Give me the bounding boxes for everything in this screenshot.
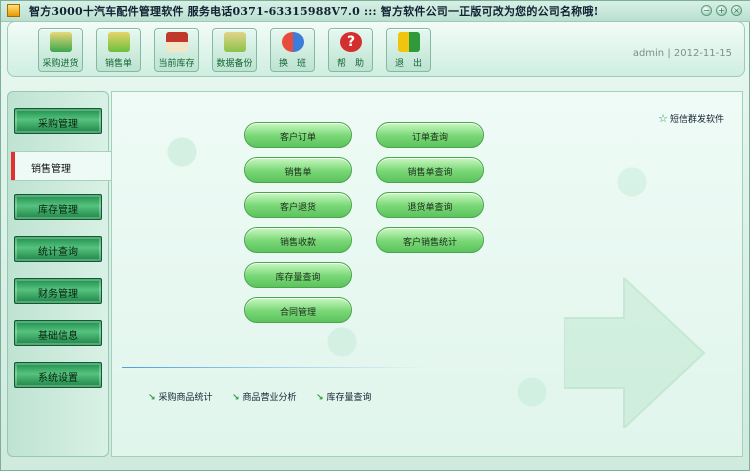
return-query-button[interactable]: 退货单查询 (376, 192, 484, 218)
sidebar-item-purchase[interactable]: 采购管理 (14, 108, 102, 134)
sidebar-item-inventory[interactable]: 库存管理 (14, 194, 102, 220)
quick-link-stock-query[interactable]: ↘ 库存量查询 (316, 390, 372, 403)
sales-receipt-button[interactable]: 销售收款 (244, 227, 352, 253)
window-title: 智方3000十汽车配件管理软件 服务电话0371-63315988V7.0 ::… (29, 5, 599, 18)
exit-button[interactable]: 退 出 (386, 28, 431, 72)
toolbar: 采购进货 销售单 当前库存 数据备份 换 班 ? 帮 助 退 出 admin |… (7, 21, 745, 77)
arrow-down-right-icon: ↘ (316, 393, 324, 403)
customer-order-button[interactable]: 客户订单 (244, 122, 352, 148)
stock-query-button[interactable]: 库存量查询 (244, 262, 352, 288)
shift-change-button[interactable]: 换 班 (270, 28, 315, 72)
close-icon[interactable]: × (731, 5, 742, 16)
quick-link-purchase-stats[interactable]: ↘ 采购商品统计 (148, 390, 213, 403)
sales-order-button[interactable]: 销售单 (244, 157, 352, 183)
current-stock-button[interactable]: 当前库存 (154, 28, 199, 72)
divider (122, 367, 427, 368)
arrow-down-right-icon: ↘ (232, 393, 240, 403)
purchase-button[interactable]: 采购进货 (38, 28, 83, 72)
main-panel: ☆ 短信群发软件 客户订单 销售单 客户退货 销售收款 库存量查询 合同管理 订单… (111, 91, 743, 457)
sidebar-item-basic-info[interactable]: 基础信息 (14, 320, 102, 346)
help-icon: ? (340, 32, 362, 52)
arrow-down-right-icon: ↘ (148, 393, 156, 403)
user-date-label: admin | 2012-11-15 (632, 48, 732, 59)
star-icon: ☆ (658, 112, 668, 125)
minimize-icon[interactable]: − (701, 5, 712, 16)
order-query-button[interactable]: 订单查询 (376, 122, 484, 148)
users-icon (282, 32, 304, 52)
sidebar: 采购管理 库存管理 统计查询 财务管理 基础信息 系统设置 (7, 91, 109, 457)
title-bar: 智方3000十汽车配件管理软件 服务电话0371-63315988V7.0 ::… (1, 1, 750, 22)
sidebar-item-statistics[interactable]: 统计查询 (14, 236, 102, 262)
sms-link[interactable]: ☆ 短信群发软件 (658, 112, 724, 125)
app-logo-icon (7, 4, 20, 17)
maximize-icon[interactable]: + (716, 5, 727, 16)
help-button[interactable]: ? 帮 助 (328, 28, 373, 72)
arrow-watermark-icon (564, 278, 706, 428)
box-icon (50, 32, 72, 52)
customer-sales-stats-button[interactable]: 客户销售统计 (376, 227, 484, 253)
sidebar-item-finance[interactable]: 财务管理 (14, 278, 102, 304)
sidebar-item-sales[interactable]: 销售管理 (11, 151, 111, 181)
contract-management-button[interactable]: 合同管理 (244, 297, 352, 323)
box-sell-icon (108, 32, 130, 52)
data-backup-button[interactable]: 数据备份 (212, 28, 257, 72)
quick-link-product-analysis[interactable]: ↘ 商品营业分析 (232, 390, 297, 403)
backup-icon (224, 32, 246, 52)
active-indicator (11, 152, 15, 180)
app-window: 智方3000十汽车配件管理软件 服务电话0371-63315988V7.0 ::… (0, 0, 750, 471)
sidebar-item-system-settings[interactable]: 系统设置 (14, 362, 102, 388)
sales-order-button[interactable]: 销售单 (96, 28, 141, 72)
customer-return-button[interactable]: 客户退货 (244, 192, 352, 218)
sales-order-query-button[interactable]: 销售单查询 (376, 157, 484, 183)
house-icon (166, 32, 188, 52)
exit-icon (398, 32, 420, 52)
